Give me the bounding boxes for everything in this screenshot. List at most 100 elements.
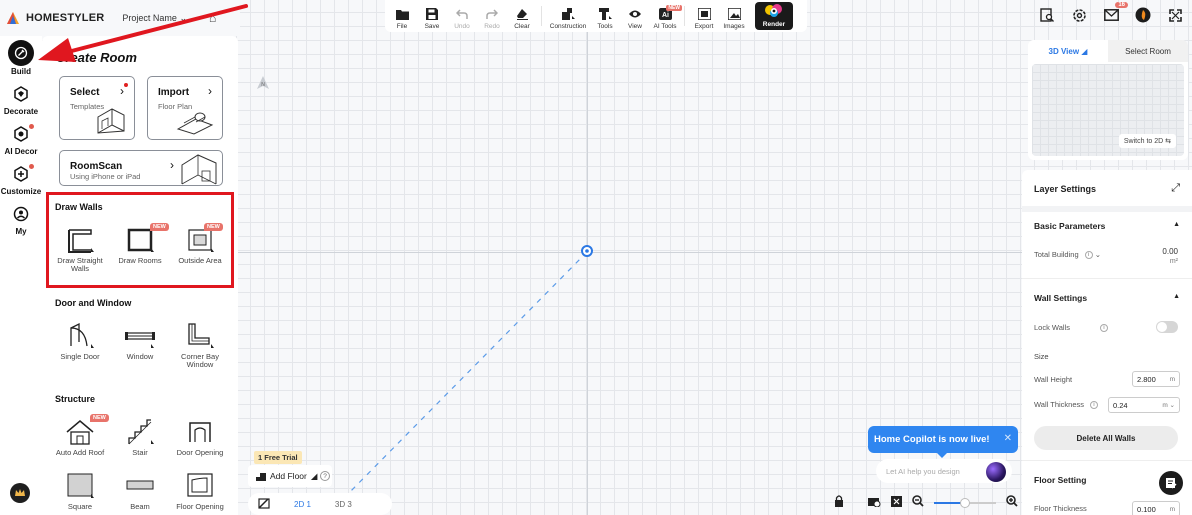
images-icon — [727, 7, 741, 21]
layer-toggle-icon[interactable] — [248, 497, 282, 511]
floor-opening-tool[interactable]: Floor Opening — [170, 472, 230, 511]
zoom-out-icon[interactable] — [912, 494, 924, 512]
project-name-label: Project Name — [122, 12, 177, 23]
door-opening-tool[interactable]: Door Opening — [170, 418, 230, 457]
copilot-banner[interactable]: Home Copilot is now live! ✕ — [868, 426, 1018, 453]
toolbar-render[interactable]: Render — [755, 2, 793, 30]
view-2d-option[interactable]: 2D 1 — [282, 500, 323, 509]
left-icon-rail: Build Decorate AI Decor Customize My — [0, 36, 42, 515]
feedback-chat-button[interactable] — [1159, 471, 1183, 495]
fullscreen-icon[interactable] — [1166, 6, 1184, 24]
expand-icon[interactable]: ⤢ — [1171, 182, 1180, 195]
input-value: 2.800 — [1137, 374, 1156, 384]
select-templates-card[interactable]: Select Templates › — [59, 76, 135, 140]
rail-item-my[interactable]: My — [0, 202, 42, 236]
toolbar-export[interactable]: Export — [689, 7, 719, 30]
new-badge: NEW — [90, 414, 109, 422]
vip-crown-icon[interactable] — [10, 483, 30, 503]
wall-height-input[interactable]: 2.800 m — [1132, 371, 1180, 387]
layer-settings-panel: Layer Settings ⤢ Basic Parameters ▲ Tota… — [1022, 170, 1192, 515]
undo-icon — [455, 7, 469, 21]
toolbar-images[interactable]: Images — [719, 7, 749, 30]
toolbar-save[interactable]: Save — [417, 7, 447, 30]
single-door-tool[interactable]: Single Door — [50, 322, 110, 361]
search-list-icon[interactable] — [1038, 6, 1056, 24]
switch-to-2d-button[interactable]: Switch to 2D ⇆ — [1118, 134, 1176, 148]
home-icon[interactable]: ⌂ — [209, 11, 216, 25]
toolbar-file[interactable]: File — [387, 7, 417, 30]
compass-icon[interactable]: N — [256, 76, 270, 90]
zoom-slider[interactable] — [934, 498, 996, 508]
zoom-controls — [828, 492, 1018, 514]
notifications-mail-icon[interactable]: 16 — [1102, 2, 1128, 24]
toolbar-redo[interactable]: Redo — [477, 7, 507, 30]
collapse-caret-icon[interactable]: ▲ — [1173, 221, 1180, 228]
rail-item-build[interactable]: Build — [0, 40, 42, 76]
info-icon[interactable]: i — [1090, 400, 1099, 409]
import-floor-plan-card[interactable]: Import Floor Plan › — [147, 76, 223, 140]
3d-preview[interactable]: Switch to 2D ⇆ — [1032, 64, 1184, 156]
new-badge: NEW — [666, 5, 682, 11]
toolbar-view[interactable]: View — [620, 7, 650, 30]
toolbar-label: Save — [424, 23, 440, 30]
help-icon[interactable]: ? — [320, 471, 330, 481]
delete-all-walls-button[interactable]: Delete All Walls — [1034, 426, 1178, 450]
rail-item-ai-decor[interactable]: AI Decor — [0, 122, 42, 156]
rail-item-decorate[interactable]: Decorate — [0, 82, 42, 116]
info-icon[interactable]: i — [1084, 250, 1093, 259]
user-avatar-icon[interactable] — [1134, 6, 1152, 24]
top-right-actions: 16 — [1038, 2, 1184, 24]
view-3d-option[interactable]: 3D 3 — [323, 500, 364, 509]
info-icon[interactable]: i — [1099, 323, 1108, 332]
auto-add-roof-tool[interactable]: NEW Auto Add Roof — [50, 414, 110, 457]
window-tool[interactable]: Window — [110, 322, 170, 361]
fit-view-icon[interactable] — [891, 494, 902, 512]
toolbar-label: File — [396, 23, 408, 30]
roomscan-card[interactable]: RoomScan Using iPhone or iPad › — [59, 150, 223, 186]
basic-parameters-heading[interactable]: Basic Parameters — [1034, 221, 1182, 231]
toolbar-tools[interactable]: Tools — [590, 7, 620, 30]
lock-walls-toggle[interactable] — [1156, 321, 1178, 333]
annotation-highlight-box — [46, 192, 234, 288]
floor-thickness-input[interactable]: 0.100 m — [1132, 501, 1180, 515]
toolbar-clear[interactable]: Clear — [507, 7, 537, 30]
stair-tool[interactable]: Stair — [110, 418, 170, 457]
collapse-caret-icon[interactable]: ▲ — [1173, 293, 1180, 300]
beam-icon — [126, 480, 154, 490]
toolbar-label: Undo — [454, 23, 470, 30]
toolbar-label: Export — [694, 23, 714, 30]
row-label: Lock Walls — [1034, 323, 1070, 332]
rail-item-customize[interactable]: Customize — [0, 162, 42, 196]
copilot-orb-icon[interactable] — [986, 462, 1006, 482]
tool-label: Floor Opening — [176, 502, 224, 511]
square-tool[interactable]: Square — [50, 472, 110, 511]
wall-thickness-select[interactable]: 0.24 m ⌄ — [1108, 397, 1180, 413]
section-divider — [1022, 278, 1192, 279]
tab-3d-view[interactable]: 3D View ◢ — [1028, 40, 1108, 62]
tab-select-room[interactable]: Select Room — [1108, 40, 1188, 62]
eraser-icon — [515, 7, 529, 21]
total-building-value: 0.00 — [1162, 247, 1178, 256]
settings-gear-icon[interactable] — [1070, 6, 1088, 24]
copilot-banner-text: Home Copilot is now live! — [874, 434, 990, 445]
tool-label: Beam — [130, 502, 150, 511]
zoom-in-icon[interactable] — [1006, 494, 1018, 512]
beam-tool[interactable]: Beam — [110, 472, 170, 511]
view-label: 3D — [334, 499, 346, 509]
chevron-right-icon: › — [170, 158, 174, 172]
project-name-dropdown[interactable]: Project Name ⌄ — [122, 13, 187, 24]
toolbar-label: AI Tools — [653, 23, 677, 30]
close-icon[interactable]: ✕ — [1004, 433, 1012, 444]
svg-text:Ai: Ai — [662, 12, 669, 19]
wall-settings-heading[interactable]: Wall Settings — [1034, 293, 1182, 303]
corner-bay-window-tool[interactable]: Corner Bay Window — [170, 322, 230, 369]
lock-icon[interactable] — [834, 494, 844, 512]
toolbar-ai-tools[interactable]: NEW Ai AI Tools — [650, 5, 682, 30]
camera-icon[interactable] — [868, 494, 881, 512]
toolbar-undo[interactable]: Undo — [447, 7, 477, 30]
row-label: Wall Height — [1034, 375, 1073, 384]
zoom-slider-knob[interactable] — [960, 498, 970, 508]
toolbar-construction[interactable]: Construction — [546, 7, 590, 30]
section-divider — [1022, 206, 1192, 212]
app-header: HOMESTYLER Project Name ⌄ ⌂ — [0, 0, 240, 36]
